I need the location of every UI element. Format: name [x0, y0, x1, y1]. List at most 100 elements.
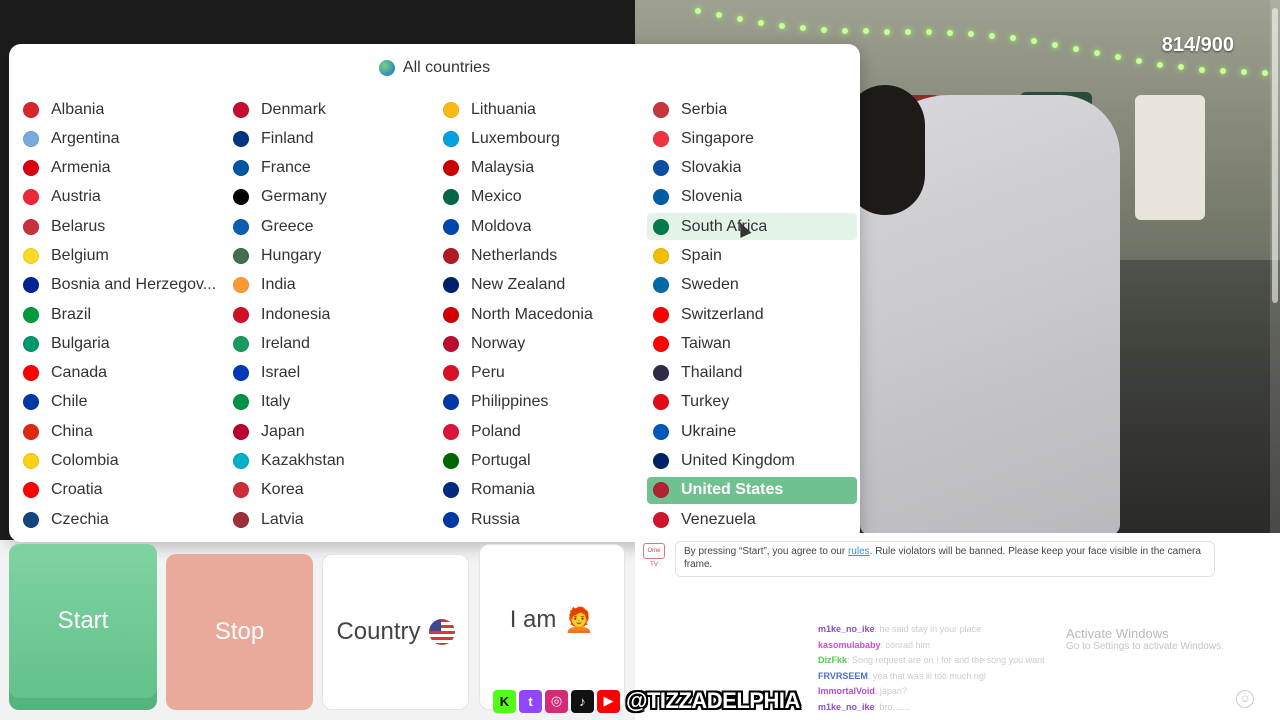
country-name: Latvia: [261, 510, 304, 528]
flag-icon: [653, 101, 669, 118]
popup-title: All countries: [402, 58, 491, 76]
country-item[interactable]: Lithuania: [437, 96, 647, 123]
led-light: [1262, 69, 1268, 76]
country-item[interactable]: Italy: [227, 389, 437, 416]
stop-button[interactable]: Stop: [166, 554, 313, 710]
country-item[interactable]: Taiwan: [647, 330, 857, 357]
country-item[interactable]: Kazakhstan: [227, 448, 437, 475]
flag-icon: [443, 247, 459, 264]
country-item[interactable]: Belgium: [17, 242, 227, 269]
country-item[interactable]: Brazil: [17, 301, 227, 328]
country-item[interactable]: Peru: [437, 360, 647, 387]
country-item[interactable]: Serbia: [647, 96, 857, 123]
country-item[interactable]: Norway: [437, 330, 647, 357]
country-item[interactable]: Bosnia and Herzegov...: [17, 272, 227, 299]
country-item[interactable]: Croatia: [17, 477, 227, 504]
country-item[interactable]: Ukraine: [647, 418, 857, 445]
country-item[interactable]: Finland: [227, 125, 437, 152]
country-item[interactable]: Austria: [17, 184, 227, 211]
led-light: [1094, 50, 1100, 57]
country-item[interactable]: Colombia: [17, 448, 227, 475]
country-item[interactable]: Germany: [227, 184, 437, 211]
country-item[interactable]: Poland: [437, 418, 647, 445]
flag-icon: [443, 306, 459, 323]
country-item[interactable]: Denmark: [227, 96, 437, 123]
country-item[interactable]: Thailand: [647, 360, 857, 387]
led-light: [821, 26, 827, 33]
scrollbar-thumb[interactable]: [1272, 8, 1278, 303]
flag-icon: [233, 189, 249, 206]
emoji-icon[interactable]: ☺: [1236, 690, 1254, 708]
country-item[interactable]: Canada: [17, 360, 227, 387]
country-name: Malaysia: [471, 159, 535, 177]
country-item[interactable]: Israel: [227, 360, 437, 387]
country-item[interactable]: Luxembourg: [437, 125, 647, 152]
country-item[interactable]: Latvia: [227, 506, 437, 533]
country-item[interactable]: Romania: [437, 477, 647, 504]
flag-icon: [233, 130, 249, 147]
country-item[interactable]: Philippines: [437, 389, 647, 416]
country-name: China: [51, 422, 93, 440]
country-item[interactable]: Singapore: [647, 125, 857, 152]
country-item[interactable]: North Macedonia: [437, 301, 647, 328]
start-button[interactable]: Start: [9, 544, 157, 710]
country-item[interactable]: Armenia: [17, 155, 227, 182]
country-item[interactable]: Russia: [437, 506, 647, 533]
country-name: Belarus: [51, 217, 106, 235]
country-item[interactable]: South Africa: [647, 213, 857, 241]
country-item[interactable]: Mexico: [437, 184, 647, 211]
chat-username: m1ke_no_ike: [818, 624, 875, 634]
country-item[interactable]: Korea: [227, 477, 437, 504]
youtube-icon: ▶: [597, 689, 620, 713]
country-item[interactable]: Sweden: [647, 272, 857, 299]
flag-icon: [233, 277, 249, 294]
flag-icon: [653, 365, 669, 382]
country-item[interactable]: Japan: [227, 418, 437, 445]
country-item[interactable]: Albania: [17, 96, 227, 123]
country-item[interactable]: Czechia: [17, 506, 227, 533]
country-item[interactable]: China: [17, 418, 227, 445]
country-item[interactable]: Venezuela: [647, 506, 857, 533]
country-item[interactable]: Greece: [227, 213, 437, 240]
country-item[interactable]: India: [227, 272, 437, 299]
social-bar: Kt ◎ ♪ ▶ @TIZZADELPHIA: [493, 687, 800, 715]
country-item[interactable]: Bulgaria: [17, 330, 227, 357]
country-item[interactable]: United Kingdom: [647, 448, 857, 475]
country-item[interactable]: Hungary: [227, 242, 437, 269]
iam-label: I am: [509, 606, 557, 633]
country-item[interactable]: Indonesia: [227, 301, 437, 328]
country-item[interactable]: Portugal: [437, 448, 647, 475]
country-name: Colombia: [51, 452, 119, 470]
country-item[interactable]: United States: [647, 476, 857, 504]
country-item[interactable]: Turkey: [647, 389, 857, 416]
country-item[interactable]: France: [227, 155, 437, 182]
country-label: Country: [336, 618, 421, 645]
country-name: Poland: [471, 422, 521, 440]
country-name: Moldova: [471, 217, 532, 235]
country-item[interactable]: Slovakia: [647, 155, 857, 182]
country-name: Switzerland: [681, 305, 764, 323]
led-light: [884, 28, 890, 35]
rules-link[interactable]: rules: [848, 546, 870, 557]
led-light: [863, 28, 869, 35]
country-item[interactable]: Chile: [17, 389, 227, 416]
flag-icon: [653, 218, 669, 235]
flag-icon: [233, 247, 249, 264]
country-item[interactable]: New Zealand: [437, 272, 647, 299]
country-item[interactable]: Netherlands: [437, 242, 647, 269]
country-item[interactable]: Ireland: [227, 330, 437, 357]
led-light: [947, 29, 953, 36]
country-button[interactable]: Country: [322, 554, 469, 710]
chat-username: FRVRSEEM: [818, 670, 868, 681]
scrollbar[interactable]: [1270, 0, 1280, 533]
country-item[interactable]: Switzerland: [647, 301, 857, 328]
country-item[interactable]: Argentina: [17, 125, 227, 152]
country-item[interactable]: Malaysia: [437, 155, 647, 182]
country-item[interactable]: Moldova: [437, 213, 647, 240]
country-item[interactable]: Belarus: [17, 213, 227, 240]
flag-icon: [23, 189, 39, 206]
country-item[interactable]: Slovenia: [647, 184, 857, 211]
gender-button[interactable]: I am 🧑‍🦰: [479, 544, 625, 710]
led-light: [695, 8, 701, 14]
country-item[interactable]: Spain: [647, 242, 857, 269]
